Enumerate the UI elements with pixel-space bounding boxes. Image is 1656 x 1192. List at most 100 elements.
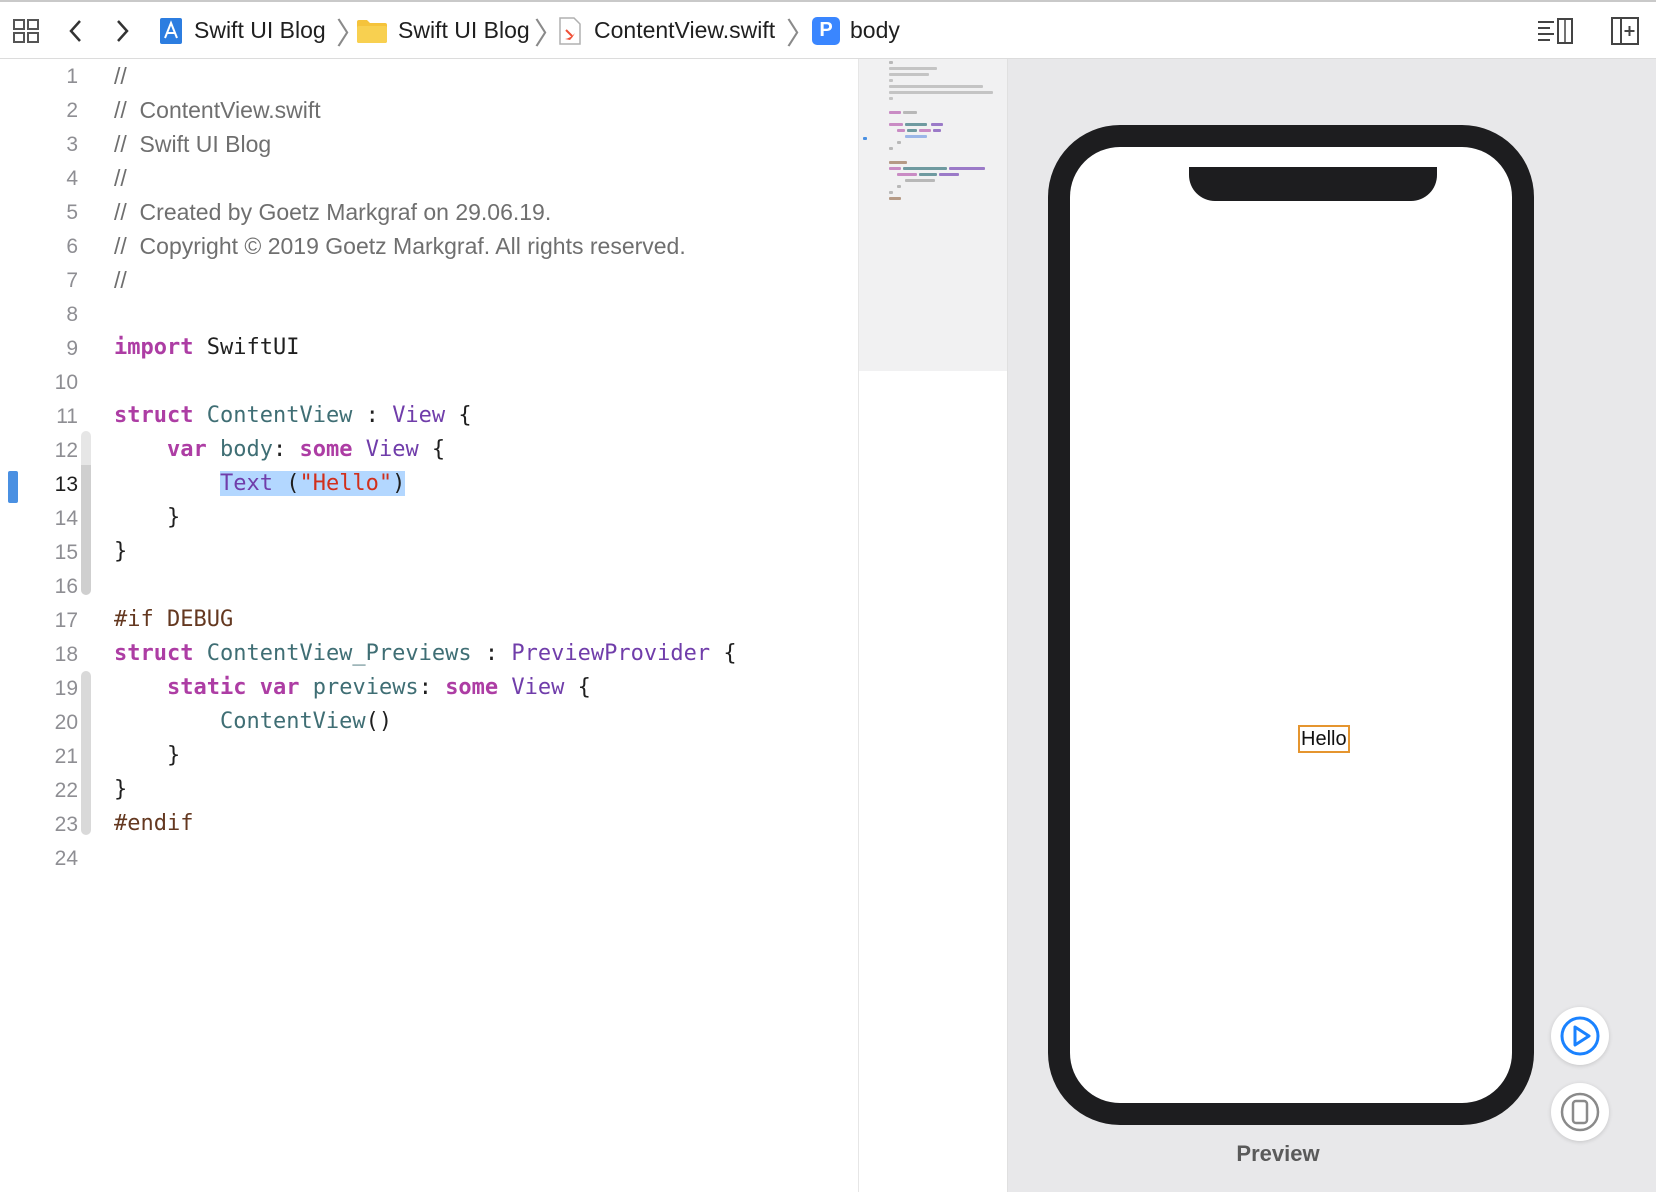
live-preview-button[interactable] — [1551, 1007, 1609, 1065]
minimap-line — [905, 179, 935, 182]
breadcrumb-symbol[interactable]: P body — [812, 2, 900, 59]
minimap-line — [889, 97, 893, 100]
line-number-current: 13 — [54, 473, 78, 496]
code-line[interactable]: // — [114, 267, 127, 294]
device-screen[interactable]: Hello — [1070, 147, 1512, 1103]
play-circle-icon — [1560, 1016, 1600, 1056]
code-line[interactable]: // Swift UI Blog — [114, 131, 271, 158]
minimap-line — [897, 129, 905, 132]
line-number: 16 — [54, 575, 78, 598]
minimap-line — [889, 85, 983, 88]
line-number: 6 — [66, 235, 78, 258]
code-line[interactable]: } — [114, 505, 180, 530]
line-number: 12 — [54, 439, 78, 462]
code-line[interactable]: import SwiftUI — [114, 335, 299, 360]
code-selection[interactable]: Text ("Hello") — [219, 471, 406, 496]
line-number: 18 — [54, 643, 78, 666]
code-line[interactable]: struct ContentView_Previews : PreviewPro… — [114, 641, 737, 666]
grid-icon — [13, 18, 39, 43]
line-number: 2 — [66, 99, 78, 122]
add-editor-icon — [1611, 16, 1639, 45]
preview-label: Preview — [1236, 1141, 1320, 1166]
minimap-line — [889, 61, 893, 64]
minimap-line — [889, 79, 893, 82]
code-line[interactable]: // Copyright © 2019 Goetz Markgraf. All … — [114, 233, 686, 260]
xcode-project-icon — [160, 17, 182, 44]
code-line[interactable]: struct ContentView : View { — [114, 403, 472, 428]
code-line[interactable]: var body: some View { — [114, 437, 445, 462]
code-line[interactable]: static var previews: some View { — [114, 675, 591, 700]
line-number: 15 — [54, 541, 78, 564]
line-number: 4 — [66, 167, 78, 190]
editor-options-button[interactable] — [1536, 2, 1576, 59]
breadcrumb-project[interactable]: Swift UI Blog — [158, 2, 326, 59]
minimap-line — [889, 167, 901, 170]
code-line[interactable]: } — [114, 743, 180, 768]
minimap-line — [939, 173, 959, 176]
minimap-visible-region[interactable] — [859, 59, 1007, 371]
line-number: 21 — [54, 745, 78, 768]
minimap-line — [897, 185, 901, 188]
minimap-line — [889, 197, 901, 200]
minimap-current-line — [863, 137, 867, 140]
related-items-button[interactable] — [12, 2, 40, 59]
minimap-line — [919, 173, 937, 176]
minimap-line — [889, 111, 901, 114]
minimap-line — [889, 123, 903, 126]
chevron-left-icon — [69, 19, 81, 42]
minimap-line — [897, 173, 917, 176]
code-line[interactable]: #endif — [114, 811, 193, 836]
code-line[interactable]: // — [114, 63, 127, 90]
minimap-line — [905, 135, 927, 138]
minimap-line — [903, 111, 917, 114]
preview-canvas[interactable]: Hello Preview — [1008, 59, 1656, 1192]
device-notch — [1189, 167, 1437, 201]
line-number: 10 — [54, 371, 78, 394]
breadcrumb-symbol-label: body — [850, 17, 900, 43]
code-line[interactable]: // — [114, 165, 127, 192]
editor-lines-icon — [1538, 17, 1573, 44]
source-editor[interactable]: 1 2 3 4 5 6 7 8 9 10 11 12 13 14 15 16 1… — [0, 59, 858, 1192]
fold-ribbon[interactable] — [81, 671, 91, 835]
line-number: 17 — [54, 609, 78, 632]
swift-file-icon — [559, 16, 581, 45]
fold-ribbon[interactable] — [81, 431, 91, 595]
line-number: 3 — [66, 133, 78, 156]
device-settings-button[interactable] — [1551, 1083, 1609, 1141]
code-line[interactable]: // Created by Goetz Markgraf on 29.06.19… — [114, 199, 551, 226]
code-line[interactable]: #if DEBUG — [114, 607, 233, 632]
property-badge-icon: P — [812, 16, 840, 45]
code-line[interactable]: ContentView() — [114, 709, 392, 734]
breadcrumb-group[interactable]: Swift UI Blog — [356, 2, 530, 59]
add-editor-button[interactable] — [1610, 2, 1640, 59]
line-number: 22 — [54, 779, 78, 802]
minimap-line — [919, 129, 931, 132]
device-frame: Hello — [1048, 125, 1534, 1125]
minimap-line — [949, 167, 985, 170]
breadcrumb-project-label: Swift UI Blog — [194, 17, 326, 43]
forward-button[interactable] — [112, 2, 132, 59]
minimap-line — [931, 123, 943, 126]
back-button[interactable] — [66, 2, 86, 59]
code-line[interactable]: // ContentView.swift — [114, 97, 321, 124]
breadcrumb-file[interactable]: ContentView.swift — [558, 2, 775, 59]
line-number: 9 — [66, 337, 78, 360]
code-line[interactable]: } — [114, 777, 127, 802]
minimap-line — [889, 73, 929, 76]
breadcrumb-file-label: ContentView.swift — [594, 17, 776, 43]
line-number: 1 — [66, 65, 78, 88]
line-number: 24 — [54, 847, 78, 870]
minimap-line — [889, 161, 907, 164]
minimap-line — [889, 67, 937, 70]
line-number: 19 — [54, 677, 78, 700]
minimap-line — [889, 147, 893, 150]
breadcrumb-group-label: Swift UI Blog — [398, 17, 530, 43]
minimap-line — [933, 129, 941, 132]
preview-hello-text[interactable]: Hello — [1298, 725, 1350, 753]
line-number: 11 — [56, 405, 78, 428]
code-line[interactable]: } — [114, 539, 127, 564]
minimap[interactable] — [858, 59, 1008, 1192]
minimap-line — [905, 123, 927, 126]
code-line-current[interactable]: Text ("Hello") — [114, 471, 406, 496]
line-number: 20 — [54, 711, 78, 734]
